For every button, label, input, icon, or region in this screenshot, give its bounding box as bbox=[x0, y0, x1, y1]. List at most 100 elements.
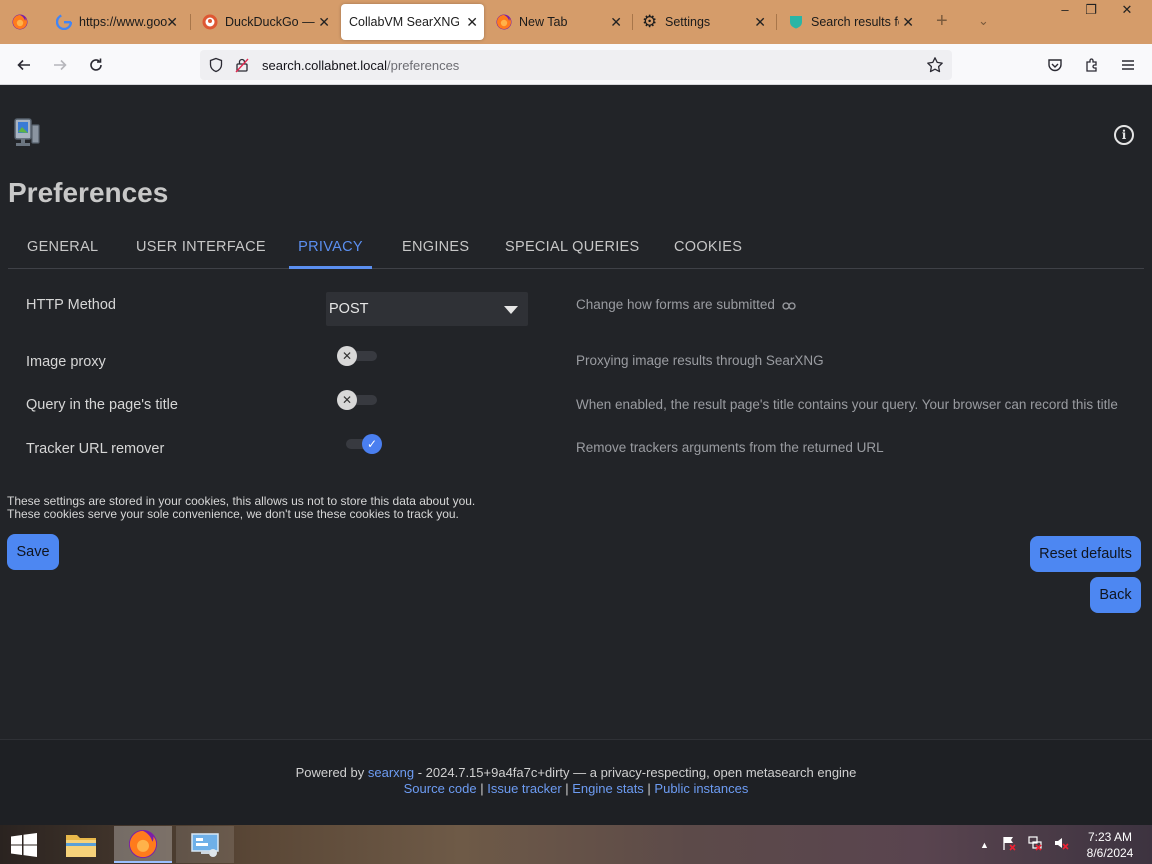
taskbar-clock[interactable]: 7:23 AM 8/6/2024 bbox=[1082, 829, 1138, 861]
setting-description: Change how forms are submitted bbox=[576, 297, 796, 313]
setting-label-http-method: HTTP Method bbox=[26, 297, 116, 313]
browser-tab[interactable]: ⚙ Settings ✕ bbox=[636, 4, 772, 40]
tab-general[interactable]: GENERAL bbox=[27, 226, 98, 269]
tab-cookies[interactable]: COOKIES bbox=[674, 226, 742, 269]
description-text: Change how forms are submitted bbox=[576, 297, 775, 312]
query-in-title-toggle[interactable]: ✕ bbox=[337, 389, 381, 411]
cookie-note-line: These cookies serve your sole convenienc… bbox=[7, 507, 459, 521]
page-footer: Powered by searxng - 2024.7.15+9a4fa7c+d… bbox=[0, 739, 1152, 825]
close-tab-icon[interactable]: ✕ bbox=[166, 14, 178, 31]
volume-muted-icon[interactable] bbox=[1053, 835, 1069, 854]
network-icon[interactable] bbox=[1027, 835, 1043, 854]
tab-special-queries[interactable]: SPECIAL QUERIES bbox=[505, 226, 640, 269]
reset-defaults-button[interactable]: Reset defaults bbox=[1030, 536, 1141, 572]
issue-tracker-link[interactable]: Issue tracker bbox=[487, 781, 561, 796]
browser-tab[interactable]: https://www.goo ✕ bbox=[48, 4, 184, 40]
google-icon bbox=[55, 13, 73, 31]
tab-separator bbox=[776, 14, 777, 30]
engine-stats-link[interactable]: Engine stats bbox=[572, 781, 644, 796]
tab-user-interface[interactable]: USER INTERFACE bbox=[136, 226, 266, 269]
toggle-on-check-icon: ✓ bbox=[362, 434, 382, 454]
clock-time: 7:23 AM bbox=[1087, 830, 1133, 844]
restore-button[interactable]: ❐ bbox=[1074, 0, 1108, 22]
setting-description: When enabled, the result page's title co… bbox=[576, 397, 1118, 412]
save-button[interactable]: Save bbox=[7, 534, 59, 570]
tab-title: CollabVM SearXNG bbox=[349, 15, 459, 29]
new-tab-button[interactable]: + bbox=[936, 11, 948, 31]
separator: | bbox=[476, 781, 488, 796]
browser-tab[interactable]: New Tab ✕ bbox=[490, 4, 628, 40]
tab-separator bbox=[632, 14, 633, 30]
pocket-icon[interactable] bbox=[1043, 53, 1067, 77]
link-icon[interactable] bbox=[781, 298, 796, 313]
tab-title: New Tab bbox=[519, 15, 568, 29]
list-all-tabs-icon[interactable]: ⌄ bbox=[978, 13, 989, 29]
duckduckgo-icon bbox=[202, 14, 218, 30]
cookie-note: These settings are stored in your cookie… bbox=[7, 495, 475, 521]
searxng-link[interactable]: searxng bbox=[368, 765, 414, 780]
version-text: - 2024.7.15+9a4fa7c+dirty — a privacy-re… bbox=[414, 765, 857, 780]
firefox-icon bbox=[496, 14, 512, 30]
url-bar[interactable]: search.collabnet.local/preferences bbox=[200, 50, 952, 80]
dropdown-arrow-icon bbox=[504, 306, 518, 314]
tab-title: Search results fo bbox=[811, 15, 899, 29]
back-button[interactable]: Back bbox=[1090, 577, 1141, 613]
close-tab-icon[interactable]: ✕ bbox=[902, 14, 914, 31]
hamburger-menu-icon[interactable] bbox=[1116, 53, 1140, 77]
url-path: /preferences bbox=[387, 58, 460, 73]
action-center-flag-icon[interactable] bbox=[1001, 835, 1017, 854]
tracker-url-remover-toggle[interactable]: ✓ bbox=[338, 433, 382, 455]
about-info-icon[interactable]: i bbox=[1114, 125, 1134, 145]
file-explorer-icon[interactable] bbox=[52, 826, 110, 863]
tracking-protection-shield-icon[interactable] bbox=[208, 57, 224, 78]
source-code-link[interactable]: Source code bbox=[404, 781, 477, 796]
powered-by-text: Powered by bbox=[295, 765, 365, 780]
tab-title: DuckDuckGo — bbox=[225, 15, 315, 29]
preferences-tabs: GENERAL USER INTERFACE PRIVACY ENGINES S… bbox=[8, 226, 1144, 269]
browser-tab-strip: https://www.goo ✕ DuckDuckGo — ✕ CollabV… bbox=[0, 0, 1152, 44]
toggle-off-x-icon: ✕ bbox=[337, 346, 357, 366]
separator: | bbox=[561, 781, 573, 796]
close-tab-icon[interactable]: ✕ bbox=[466, 14, 478, 31]
close-tab-icon[interactable]: ✕ bbox=[318, 14, 330, 31]
image-proxy-toggle[interactable]: ✕ bbox=[337, 345, 381, 367]
close-tab-icon[interactable]: ✕ bbox=[754, 14, 766, 31]
back-arrow-icon[interactable] bbox=[12, 53, 36, 77]
url-text[interactable]: search.collabnet.local/preferences bbox=[262, 58, 459, 73]
tab-separator bbox=[190, 14, 191, 30]
browser-tab-active[interactable]: CollabVM SearXNG ✕ bbox=[341, 4, 484, 40]
firefox-taskbar-icon[interactable] bbox=[114, 826, 172, 863]
tab-privacy[interactable]: PRIVACY bbox=[289, 226, 372, 269]
system-tray: ▲ bbox=[980, 825, 1069, 864]
bookmark-star-icon[interactable] bbox=[926, 56, 944, 79]
forward-arrow-icon[interactable] bbox=[48, 53, 72, 77]
tab-title: Settings bbox=[665, 15, 711, 29]
setting-label-image-proxy: Image proxy bbox=[26, 354, 106, 370]
preferences-page: i Preferences GENERAL USER INTERFACE PRI… bbox=[0, 85, 1152, 825]
show-hidden-icons-chevron-icon[interactable]: ▲ bbox=[980, 840, 989, 850]
tab-engines[interactable]: ENGINES bbox=[402, 226, 469, 269]
setting-description: Proxying image results through SearXNG bbox=[576, 353, 824, 368]
control-panel-icon[interactable] bbox=[176, 826, 234, 863]
footer-links: Source code | Issue tracker | Engine sta… bbox=[0, 781, 1152, 796]
url-host: search.collabnet.local bbox=[262, 58, 388, 73]
close-window-button[interactable]: ✕ bbox=[1110, 0, 1144, 22]
browser-tab[interactable]: Search results fo ✕ bbox=[780, 4, 920, 40]
setting-label-tracker-url-remover: Tracker URL remover bbox=[26, 441, 165, 457]
page-title: Preferences bbox=[8, 177, 169, 208]
extensions-puzzle-icon[interactable] bbox=[1080, 53, 1104, 77]
separator: | bbox=[643, 781, 655, 796]
gear-icon: ⚙ bbox=[642, 12, 658, 31]
close-tab-icon[interactable]: ✕ bbox=[610, 14, 622, 31]
insecure-lock-icon[interactable] bbox=[234, 57, 250, 78]
tab-title: https://www.goo bbox=[79, 15, 168, 29]
clock-date: 8/6/2024 bbox=[1086, 846, 1134, 860]
reload-icon[interactable] bbox=[84, 53, 108, 77]
firefox-menu-icon[interactable] bbox=[12, 14, 28, 30]
public-instances-link[interactable]: Public instances bbox=[654, 781, 748, 796]
http-method-select[interactable]: POST bbox=[326, 292, 528, 326]
windows-start-icon[interactable] bbox=[10, 833, 38, 862]
searxng-logo-icon[interactable] bbox=[12, 117, 42, 154]
setting-label-query-in-title: Query in the page's title bbox=[26, 397, 178, 413]
browser-tab[interactable]: DuckDuckGo — ✕ bbox=[194, 4, 334, 40]
